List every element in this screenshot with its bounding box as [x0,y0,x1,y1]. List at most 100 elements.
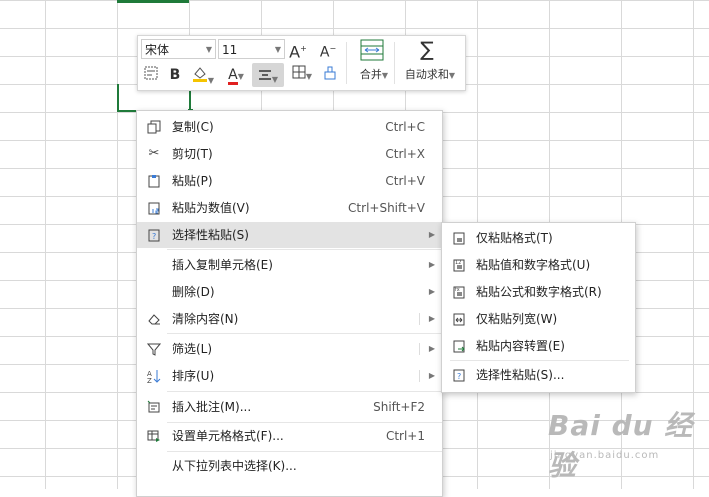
submenu-item-label: 仅粘贴格式(T) [476,231,553,245]
wrap-text-icon [144,66,158,80]
menu-item-label: 筛选(L) [172,342,213,356]
format-painter-icon [324,66,336,80]
svg-text:?: ? [457,372,461,381]
decrease-font-button[interactable]: A− [318,39,338,63]
chevron-right-icon: ▶ [428,230,435,239]
paste-special-icon: ? [146,227,162,243]
submenu-divider [450,360,629,361]
chevron-right-icon: ▶ [428,314,435,323]
menu-item-label: 剪切(T) [172,147,213,161]
submenu-item-paste-formula-number[interactable]: fx 粘贴公式和数字格式(R) [442,279,635,305]
menu-item-shortcut: Ctrl+1 [385,429,425,443]
menu-item-format-cells[interactable]: 设置单元格格式(F)... Ctrl+1 [137,423,442,449]
menu-item-insert-copied-cells[interactable]: 插入复制单元格(E) ▶ [137,252,442,278]
submenu-item-label: 粘贴内容转置(E) [476,339,565,353]
menu-item-label: 从下拉列表中选择(K)... [172,459,297,473]
chevron-right-icon: ▶ [428,371,435,380]
paste-special-submenu: 仅粘贴格式(T) 12 粘贴值和数字格式(U) fx 粘贴公式和数字格式(R) … [441,222,636,393]
borders-icon [292,65,306,79]
menu-divider [167,249,442,250]
menu-item-delete[interactable]: 删除(D) ▶ [137,279,442,305]
submenu-item-label: 粘贴值和数字格式(U) [476,258,591,272]
selected-column-indicator [117,0,189,3]
menu-item-label: 清除内容(N) [172,312,239,326]
menu-item-paste-special[interactable]: ? 选择性粘贴(S) ▶ [137,222,442,248]
sort-icon: AZ [146,368,162,384]
copy-icon [146,119,162,135]
toolbar-divider [394,42,395,84]
menu-divider [167,451,442,452]
submenu-item-paste-format[interactable]: 仅粘贴格式(T) [442,225,635,251]
menu-item-sort[interactable]: AZ 排序(U) ▶ [137,363,442,389]
menu-item-label: 插入批注(M)... [172,400,252,414]
paste-transpose-icon [451,338,467,354]
menu-item-filter[interactable]: 筛选(L) ▶ [137,336,442,362]
submenu-item-paste-special[interactable]: ? 选择性粘贴(S)... [442,362,635,388]
borders-button[interactable]: ▼ [288,65,316,87]
chevron-down-icon: ▼ [305,72,313,81]
split-divider [419,313,420,325]
menu-item-shortcut: Ctrl+C [385,120,425,134]
menu-item-insert-comment[interactable]: 插入批注(M)... Shift+F2 [137,394,442,420]
menu-item-shortcut: Ctrl+Shift+V [348,201,425,215]
menu-item-copy[interactable]: 复制(C) Ctrl+C [137,114,442,140]
paste-formula-number-icon: fx [451,284,467,300]
font-name-select[interactable]: 宋体 ▼ [141,39,216,59]
submenu-item-paste-values-number[interactable]: 12 粘贴值和数字格式(U) [442,252,635,278]
menu-item-shortcut: Ctrl+X [385,147,425,161]
menu-item-pick-from-dropdown[interactable]: 从下拉列表中选择(K)... [137,453,442,479]
split-divider [419,370,420,382]
increase-font-button[interactable]: A+ [288,39,308,62]
merge-label-button[interactable]: 合并▼ [352,65,396,86]
menu-item-paste[interactable]: 粘贴(P) Ctrl+V [137,168,442,194]
bold-button[interactable]: B [165,65,185,85]
format-painter-button[interactable] [320,65,340,87]
svg-text:fx: fx [455,287,460,293]
submenu-item-label: 粘贴公式和数字格式(R) [476,285,602,299]
paste-special-icon: ? [451,367,467,383]
mini-toolbar: 宋体 ▼ 11 ▼ A+ A− B ▼ A▼ ▼ ▼ 合并▼ ∑ 自动求和▼ [137,35,466,91]
merge-label: 合并 [359,68,382,81]
font-size-value: 11 [222,43,238,57]
chevron-right-icon: ▶ [428,287,435,296]
svg-text:12: 12 [455,260,461,266]
menu-item-paste-values[interactable]: 粘贴为数值(V) Ctrl+Shift+V [137,195,442,221]
chevron-right-icon: ▶ [428,260,435,269]
toolbar-divider [346,42,347,84]
merge-cells-icon [360,39,384,61]
chevron-down-icon: ▼ [271,75,279,84]
context-menu: 复制(C) Ctrl+C ✂ 剪切(T) Ctrl+X 粘贴(P) Ctrl+V… [136,110,443,497]
format-cells-icon [146,428,162,444]
scissors-icon: ✂ [148,146,160,161]
filter-icon [146,341,162,357]
wrap-text-button[interactable] [141,65,161,87]
chevron-down-icon: ▼ [207,76,215,85]
increase-font-icon: A [289,42,301,62]
font-color-button[interactable]: A▼ [222,65,250,87]
menu-item-shortcut: Ctrl+V [385,174,425,188]
merge-button[interactable] [352,39,392,67]
menu-item-cut[interactable]: ✂ 剪切(T) Ctrl+X [137,141,442,167]
menu-item-label: 删除(D) [172,285,215,299]
submenu-item-label: 选择性粘贴(S)... [476,368,565,382]
menu-item-label: 粘贴(P) [172,174,213,188]
highlight-button[interactable]: ▼ [189,65,217,91]
font-size-select[interactable]: 11 ▼ [218,39,285,59]
menu-item-label: 粘贴为数值(V) [172,201,250,215]
paste-icon [146,173,162,189]
menu-item-label: 复制(C) [172,120,214,134]
paste-column-width-icon [451,311,467,327]
chevron-down-icon: ▼ [448,71,456,80]
align-center-button[interactable]: ▼ [252,63,284,87]
menu-item-label: 排序(U) [172,369,215,383]
menu-item-clear-contents[interactable]: 清除内容(N) ▶ [137,306,442,332]
submenu-item-paste-transpose[interactable]: 粘贴内容转置(E) [442,333,635,359]
chevron-down-icon: ▼ [274,45,281,54]
autosum-button[interactable]: ∑ [412,39,442,59]
autosum-label-button[interactable]: 自动求和▼ [399,65,461,86]
paste-format-icon [451,230,467,246]
fill-color-icon [192,67,207,82]
chevron-down-icon: ▼ [205,45,212,54]
submenu-item-paste-column-width[interactable]: 仅粘贴列宽(W) [442,306,635,332]
align-center-icon [258,70,271,80]
